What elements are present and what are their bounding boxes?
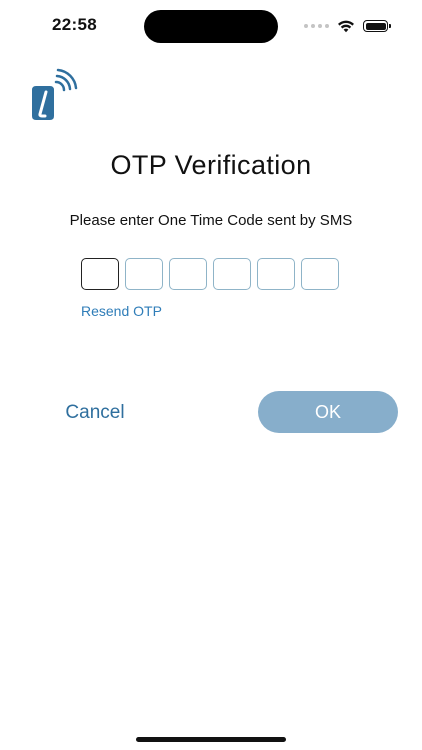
otp-instruction-text: Please enter One Time Code sent by SMS [69,212,353,229]
page-title: OTP Verification [110,150,312,180]
otp-digit-3[interactable] [169,258,207,290]
otp-digit-2[interactable] [125,258,163,290]
cellular-dots-icon [304,24,329,28]
battery-icon [363,20,391,32]
home-indicator [136,737,286,742]
otp-input-group [81,258,339,290]
wifi-icon [338,20,354,33]
otp-digit-5[interactable] [257,258,295,290]
otp-digit-6[interactable] [301,258,339,290]
resend-otp-link[interactable]: Resend OTP [81,303,162,319]
cancel-button[interactable]: Cancel [50,392,140,434]
dynamic-island [144,10,278,43]
status-bar: 22:58 [0,0,422,54]
otp-digit-4[interactable] [213,258,251,290]
status-time: 22:58 [52,15,97,34]
phone-signal-logo-icon [32,68,78,120]
ok-button[interactable]: OK [258,391,398,433]
otp-digit-1[interactable] [81,258,119,290]
status-icons [304,17,391,35]
